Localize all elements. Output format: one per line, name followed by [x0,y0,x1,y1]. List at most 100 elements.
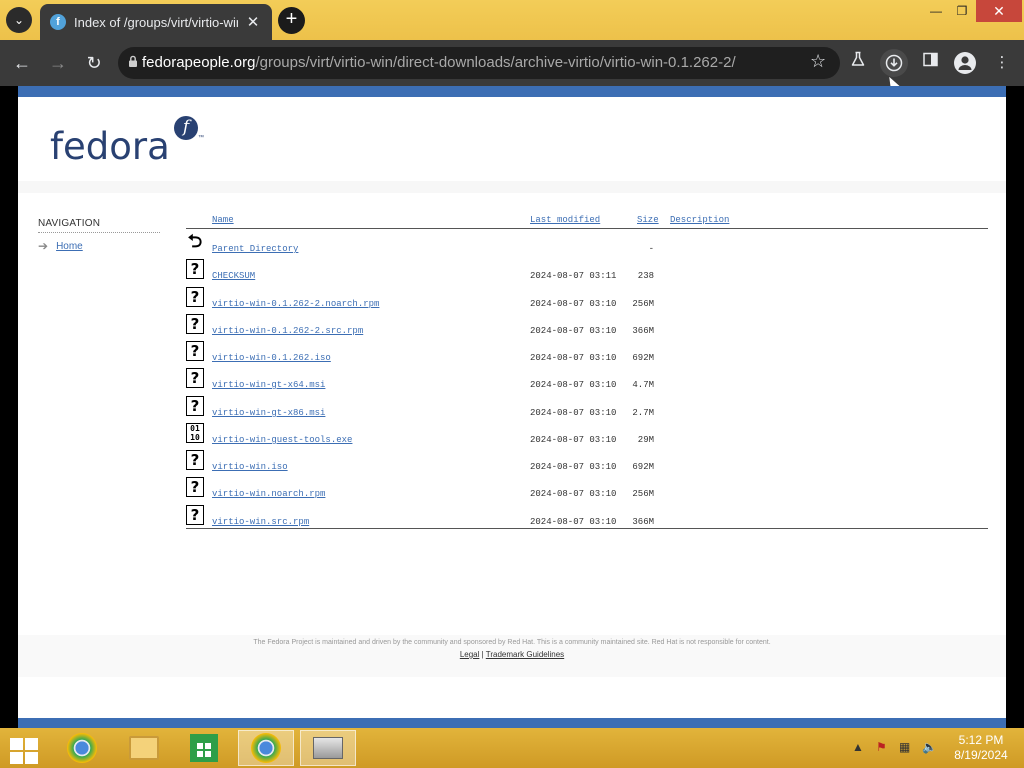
file-date: 2024-08-07 03:11 [530,271,617,281]
action-center-flag-icon[interactable]: ⚑ [876,740,887,754]
legal-link[interactable]: Legal [460,650,480,659]
file-size: 366M [632,517,654,527]
url-host: fedorapeople.org [142,54,256,71]
footer-links: Legal | Trademark Guidelines [18,650,1006,659]
home-link[interactable]: Home [56,241,83,252]
list-item: ? virtio-win-0.1.262-2.src.rpm 2024-08-0… [186,314,988,341]
file-link[interactable]: virtio-win-guest-tools.exe [212,435,352,445]
reload-icon: ↻ [86,53,102,73]
taskbar-chrome-app[interactable] [54,730,110,766]
unknown-file-icon: ? [186,477,204,497]
address-bar[interactable]: fedorapeople.org/groups/virt/virtio-win/… [118,47,840,79]
tab-close-button[interactable]: ✕ [244,13,262,31]
url-text[interactable]: fedorapeople.org/groups/virt/virtio-win/… [142,54,736,71]
system-clock[interactable]: 5:12 PM 8/19/2024 [948,733,1014,763]
labs-flask-icon[interactable] [846,51,870,75]
site-info-icon[interactable] [128,55,142,71]
tab-search-button[interactable]: ⌄ [6,7,32,33]
nav-item-home[interactable]: ➔ Home [38,239,160,253]
file-date: 2024-08-07 03:10 [530,353,617,363]
navigation-sidebar: NAVIGATION ➔ Home [38,218,160,253]
listing-header: Name Last modified Size Description [186,210,988,229]
top-blue-bar [18,86,1006,97]
clock-time: 5:12 PM [958,733,1004,747]
trademark-guidelines-link[interactable]: Trademark Guidelines [486,650,564,659]
taskbar-file-explorer-app[interactable] [114,730,174,766]
side-panel-icon[interactable] [918,51,942,75]
windows-taskbar: ▲ ⚑ ▦ 🔈 5:12 PM 8/19/2024 [0,728,1024,768]
sort-by-description-link[interactable]: Description [670,215,729,225]
file-link[interactable]: virtio-win-0.1.262-2.src.rpm [212,326,363,336]
downloads-icon[interactable] [880,49,908,77]
list-item: ? virtio-win.iso 2024-08-07 03:10 692M [186,450,988,477]
forward-button[interactable]: → [45,50,71,76]
taskbar-store-app[interactable] [176,730,232,766]
sort-by-last-modified-link[interactable]: Last modified [530,215,600,225]
file-link[interactable]: CHECKSUM [212,271,255,281]
file-link[interactable]: virtio-win.noarch.rpm [212,489,325,499]
file-date: 2024-08-07 03:10 [530,408,617,418]
fedora-logo-text: fedora [50,125,170,168]
back-button[interactable]: ← [9,50,35,76]
network-icon[interactable]: ▦ [899,740,910,754]
list-item: ? virtio-win-0.1.262.iso 2024-08-07 03:1… [186,341,988,368]
list-item: ? virtio-win-0.1.262-2.noarch.rpm 2024-0… [186,287,988,314]
bottom-blue-bar [18,718,1006,728]
reload-button[interactable]: ↻ [81,50,107,76]
volume-muted-icon[interactable]: 🔈 [922,740,937,754]
sort-by-size-link[interactable]: Size [637,215,659,225]
taskbar-drive-app[interactable] [300,730,356,766]
file-link[interactable]: virtio-win.src.rpm [212,517,309,527]
list-item: ? virtio-win-gt-x86.msi 2024-08-07 03:10… [186,396,988,423]
file-link[interactable]: virtio-win-0.1.262-2.noarch.rpm [212,299,379,309]
parent-directory-link[interactable]: Parent Directory [212,244,298,254]
store-icon [190,734,218,762]
list-item: ? virtio-win-gt-x64.msi 2024-08-07 03:10… [186,368,988,395]
bookmark-star-icon[interactable]: ☆ [810,51,826,72]
window-restore-button[interactable]: ❐ [948,0,976,22]
file-link[interactable]: virtio-win-gt-x64.msi [212,380,325,390]
file-date: 2024-08-07 03:10 [530,517,617,527]
file-link[interactable]: virtio-win-gt-x86.msi [212,408,325,418]
file-date: 2024-08-07 03:10 [530,326,617,336]
drive-icon [313,737,343,759]
window-close-button[interactable]: ✕ [976,0,1022,22]
browser-titlebar: ⌄ f Index of /groups/virt/virtio-win ✕ +… [0,0,1024,40]
listing-footer-rule [186,528,988,529]
window-minimize-button[interactable]: — [922,0,950,22]
file-size: - [648,244,654,254]
file-link[interactable]: virtio-win.iso [212,462,288,472]
list-item: ? virtio-win.noarch.rpm 2024-08-07 03:10… [186,477,988,504]
file-date: 2024-08-07 03:10 [530,435,617,445]
new-tab-button[interactable]: + [278,7,305,34]
show-hidden-icons-chevron-icon[interactable]: ▲ [852,740,864,754]
sort-by-name-link[interactable]: Name [212,215,234,225]
file-date: 2024-08-07 03:10 [530,489,617,499]
unknown-file-icon: ? [186,368,204,388]
trademark-mark: ™ [198,135,204,141]
folder-icon [129,736,159,760]
fedora-page: fedora f ™ NAVIGATION ➔ Home Name Last m… [18,86,1006,728]
file-size: 692M [632,462,654,472]
file-date: 2024-08-07 03:10 [530,462,617,472]
more-menu-icon[interactable]: ⋮ [990,51,1014,75]
browser-tab[interactable]: f Index of /groups/virt/virtio-win ✕ [40,4,272,40]
arrow-right-icon: ➔ [38,239,49,253]
unknown-file-icon: ? [186,341,204,361]
list-item: ? CHECKSUM 2024-08-07 03:11 238 [186,259,988,286]
unknown-file-icon: ? [186,396,204,416]
file-link[interactable]: virtio-win-0.1.262.iso [212,353,331,363]
unknown-file-icon: ? [186,259,204,279]
file-size: 238 [637,271,654,281]
fedora-logo[interactable]: fedora f ™ [50,116,204,168]
file-date: 2024-08-07 03:10 [530,380,617,390]
unknown-file-icon: ? [186,287,204,307]
file-date: 2024-08-07 03:10 [530,299,617,309]
file-size: 2.7M [632,408,654,418]
header-divider-band [18,181,1006,193]
profile-avatar-icon[interactable] [954,52,976,74]
start-button[interactable] [6,735,40,764]
taskbar-chrome-active-app[interactable] [238,730,294,766]
file-size: 366M [632,326,654,336]
fedora-favicon-icon: f [50,14,66,30]
